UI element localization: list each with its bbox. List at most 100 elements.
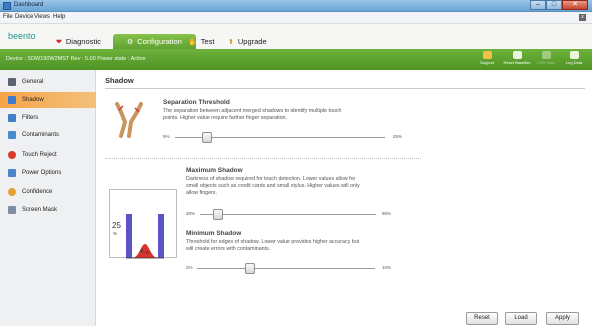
brand-logo: beento	[8, 31, 36, 41]
sidebar-item-screen-mask[interactable]: Screen Mask	[0, 202, 96, 218]
max-shadow-desc-line1: Darkness of shadow required for touch de…	[186, 176, 356, 182]
separation-max-label: 25%	[393, 134, 403, 139]
menu-views[interactable]: Views	[34, 14, 50, 20]
title-divider	[105, 88, 585, 89]
upper-threshold-value: 25	[112, 221, 121, 230]
sidebar-item-label: Screen Mask	[22, 207, 58, 213]
touch-reject-icon	[8, 151, 16, 159]
separation-min-label: 5%	[163, 134, 170, 139]
separation-title: Separation Threshold	[163, 99, 230, 106]
min-shadow-max-label: 10%	[382, 265, 392, 270]
max-shadow-slider-thumb[interactable]	[212, 209, 223, 220]
power-options-icon	[8, 169, 16, 177]
shadow-icon	[8, 96, 16, 104]
menu-help[interactable]: Help	[53, 14, 65, 20]
max-shadow-title: Maximum Shadow	[186, 167, 243, 174]
max-shadow-max-label: 85%	[382, 211, 392, 216]
sidebar: General Shadow Filters Contaminants Touc…	[0, 70, 96, 326]
device-info: Device : SDW190W2MST Rev : 5.00 Power st…	[6, 56, 146, 62]
tab-configuration-label: Configuration	[137, 37, 182, 46]
shadow-figure: 25 % 4 %	[109, 189, 177, 259]
confidence-icon	[8, 188, 16, 196]
tab-test[interactable]: ✋ Test	[188, 34, 214, 49]
min-shadow-desc-line1: Threshold for edges of shadow. Lower val…	[186, 239, 360, 245]
window-controls: – □ ✕	[530, 0, 588, 11]
menu-file[interactable]: File	[3, 14, 13, 20]
maximize-button[interactable]: □	[546, 0, 562, 10]
tab-diagnostic-label: Diagnostic	[65, 37, 101, 46]
menu-close-icon[interactable]: x	[579, 14, 586, 21]
load-button[interactable]: Load	[505, 312, 537, 325]
separation-slider-thumb[interactable]	[201, 132, 212, 143]
log-data-icon	[569, 51, 579, 59]
min-shadow-slider-track[interactable]	[197, 268, 375, 269]
separation-desc-line1: The separation between adjacent merged s…	[163, 108, 342, 114]
lower-threshold-unit: %	[145, 250, 150, 255]
sidebar-item-contaminants[interactable]: Contaminants	[0, 127, 96, 143]
sidebar-item-shadow[interactable]: Shadow	[0, 92, 96, 108]
apply-button[interactable]: Apply	[546, 312, 579, 325]
sidebar-item-label: Shadow	[22, 97, 44, 103]
gear-icon: ⚙	[127, 38, 134, 46]
reset-baseline-button[interactable]: Reset Baseline	[503, 51, 531, 69]
close-button[interactable]: ✕	[562, 0, 588, 10]
cds-view-icon	[541, 51, 551, 59]
main-content: Shadow Separation Threshold The separati…	[97, 70, 592, 326]
tab-upgrade-label: Upgrade	[237, 37, 267, 46]
menu-device[interactable]: Device	[15, 14, 33, 20]
min-shadow-title: Minimum Shadow	[186, 230, 242, 237]
max-shadow-desc-line2: small objects such as credit cards and s…	[186, 183, 360, 189]
window-title: Dashboard	[14, 2, 44, 8]
title-bar: Dashboard – □ ✕	[0, 0, 592, 12]
general-icon	[8, 78, 16, 86]
sidebar-item-touch-reject[interactable]: Touch Reject	[0, 147, 96, 163]
heart-icon: ❤	[56, 38, 62, 46]
cds-view-button[interactable]: CDS View	[535, 51, 557, 69]
app-icon	[3, 2, 11, 10]
device-toolbar: Device : SDW190W2MST Rev : 5.00 Power st…	[0, 49, 592, 70]
support-button[interactable]: Support	[476, 51, 498, 69]
upper-threshold-unit: %	[113, 231, 118, 236]
tab-test-label: Test	[200, 37, 215, 46]
separation-desc-line2: points. Higher value require farther fin…	[163, 115, 287, 121]
sidebar-item-label: General	[22, 79, 44, 85]
lower-threshold-value: 4	[140, 249, 144, 255]
upgrade-icon: ⬆	[228, 38, 234, 46]
sidebar-item-label: Contaminants	[22, 132, 60, 138]
sidebar-item-general[interactable]: General	[0, 74, 96, 90]
reset-button[interactable]: Reset	[466, 312, 498, 325]
reset-baseline-label: Reset Baseline	[503, 60, 531, 65]
tab-upgrade[interactable]: ⬆ Upgrade	[228, 34, 267, 49]
menu-bar: File Device Views Help x	[0, 12, 592, 24]
sidebar-item-confidence[interactable]: Confidence	[0, 184, 96, 200]
sidebar-item-power-options[interactable]: Power Options	[0, 165, 96, 181]
min-shadow-slider-thumb[interactable]	[245, 263, 256, 274]
sidebar-item-filters[interactable]: Filters	[0, 110, 96, 126]
sidebar-item-label: Filters	[22, 115, 39, 121]
tab-configuration[interactable]: ⚙ Configuration	[113, 34, 196, 49]
minimize-button[interactable]: –	[530, 0, 546, 10]
tab-diagnostic[interactable]: ❤ Diagnostic	[56, 34, 101, 49]
filters-icon	[8, 114, 16, 122]
max-shadow-slider-track[interactable]	[200, 214, 376, 215]
sidebar-item-label: Confidence	[22, 189, 53, 195]
tab-bar: beento ❤ Diagnostic ⚙ Configuration ✋ Te…	[0, 24, 592, 49]
contaminants-icon	[8, 131, 16, 139]
support-icon	[482, 51, 492, 59]
support-label: Support	[479, 60, 494, 65]
separation-illustration-icon	[115, 102, 143, 138]
sidebar-item-label: Power Options	[22, 170, 62, 176]
cds-view-label: CDS View	[536, 60, 556, 65]
screen-mask-icon	[8, 206, 16, 214]
min-shadow-min-label: 2%	[186, 265, 193, 270]
page-title: Shadow	[105, 76, 134, 85]
max-shadow-desc-line3: allow fingers.	[186, 190, 217, 196]
min-shadow-desc-line2: will create errors with contaminants.	[186, 246, 271, 252]
hand-icon: ✋	[188, 38, 197, 46]
max-shadow-min-label: 20%	[186, 211, 196, 216]
reset-baseline-icon	[512, 51, 522, 59]
sidebar-item-label: Touch Reject	[22, 152, 57, 158]
log-data-label: Log Data	[565, 60, 583, 65]
section-divider	[105, 158, 421, 159]
log-data-button[interactable]: Log Data	[563, 51, 585, 69]
